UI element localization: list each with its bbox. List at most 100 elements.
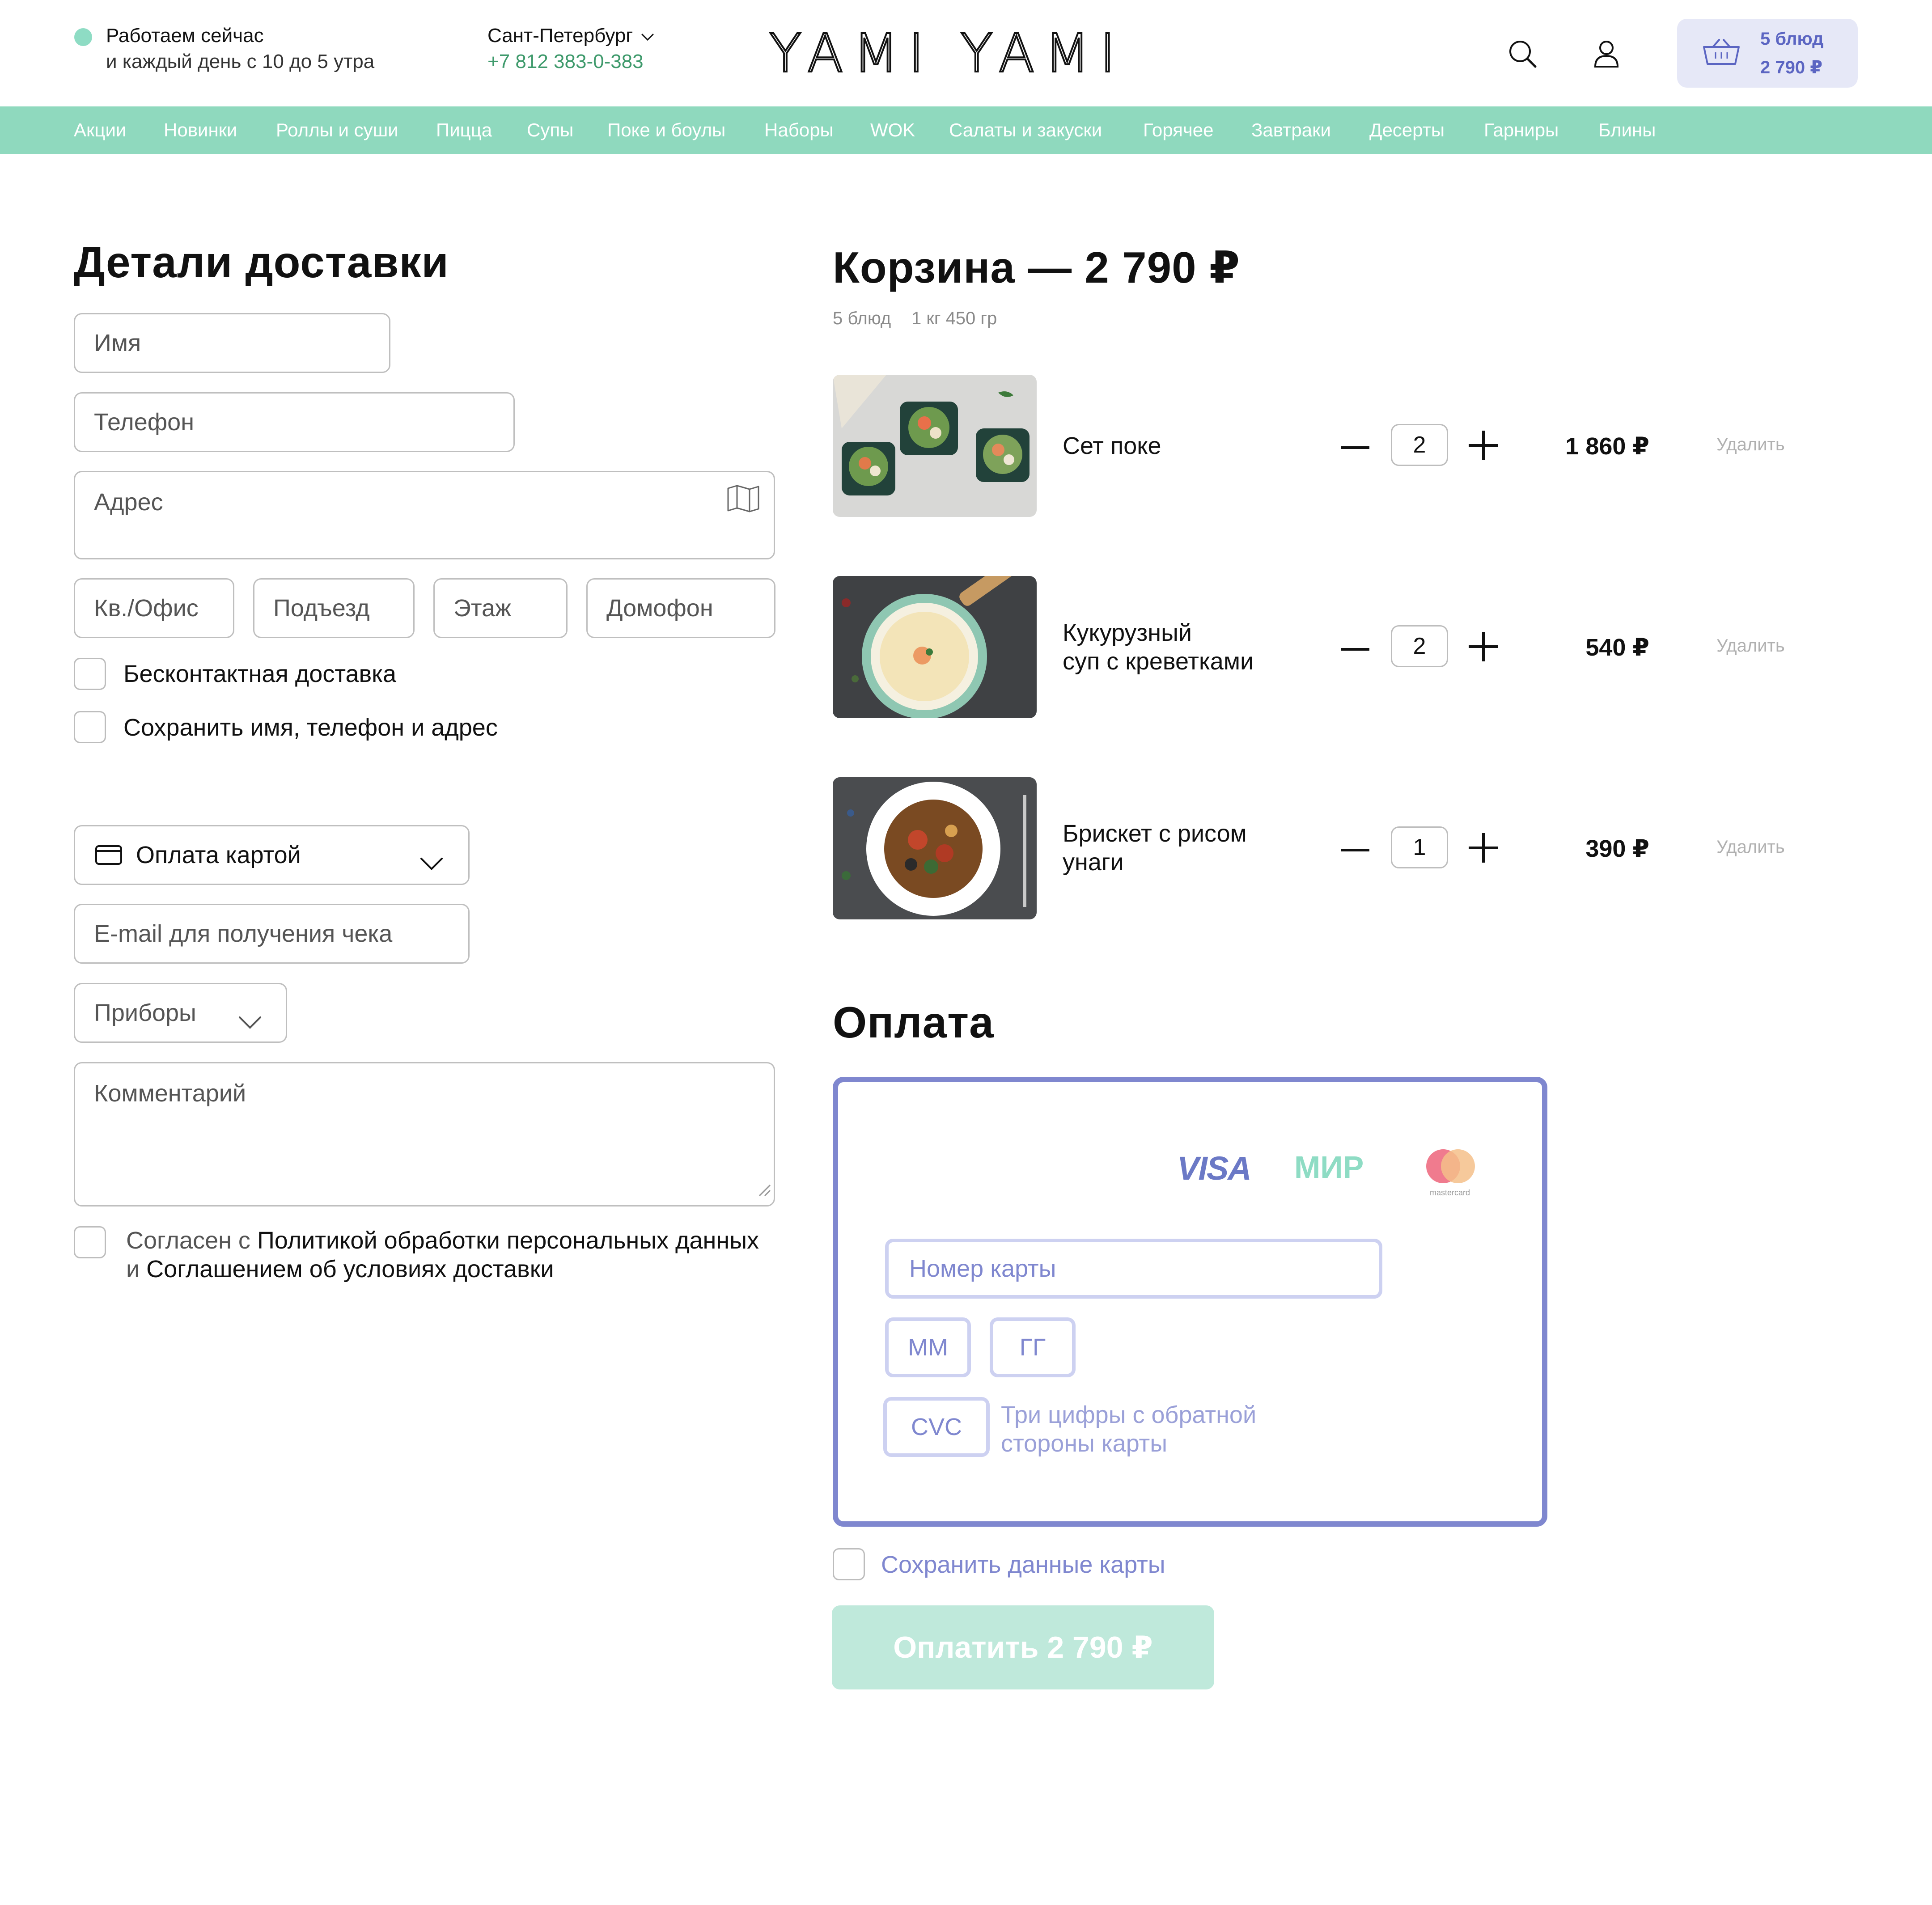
- email-input[interactable]: E-mail для получения чека: [74, 904, 470, 964]
- product-name-line1: Сет поке: [1063, 432, 1161, 459]
- email-placeholder: E-mail для получения чека: [94, 920, 393, 947]
- payment-method-value: Оплата картой: [136, 842, 301, 868]
- product-name-line2: суп с креветками: [1063, 648, 1254, 675]
- entrance-input[interactable]: Подъезд: [253, 578, 415, 638]
- city-selector[interactable]: Сант-Петербург: [487, 25, 654, 47]
- phone-input[interactable]: Телефон: [74, 392, 515, 452]
- contactless-checkbox[interactable]: [74, 658, 106, 690]
- nav-item-pizza[interactable]: Пицца: [436, 106, 492, 154]
- decrease-qty-button[interactable]: [1341, 444, 1369, 452]
- increase-qty-button[interactable]: [1469, 632, 1498, 664]
- expiry-year-placeholder: ГГ: [1019, 1334, 1046, 1361]
- nav-item-sides[interactable]: Гарниры: [1484, 106, 1559, 154]
- cart-total: 2 790 ₽: [1760, 58, 1823, 77]
- quantity-stepper[interactable]: 2: [1391, 424, 1448, 466]
- cvc-hint: Три цифры с обратной стороны карты: [1001, 1401, 1256, 1458]
- nav-item-hot[interactable]: Горячее: [1143, 106, 1214, 154]
- floor-input[interactable]: Этаж: [433, 578, 568, 638]
- agreement-prefix: Согласен с: [126, 1227, 257, 1254]
- nav-item-rolls[interactable]: Роллы и суши: [276, 106, 398, 154]
- quantity-stepper[interactable]: 1: [1391, 826, 1448, 868]
- pay-button[interactable]: Оплатить 2 790 ₽: [832, 1605, 1214, 1689]
- intercom-placeholder: Домофон: [606, 595, 713, 622]
- expiry-year-input[interactable]: ГГ: [990, 1317, 1076, 1377]
- product-image-corn-soup[interactable]: [833, 576, 1037, 718]
- save-card-checkbox[interactable]: [833, 1548, 865, 1580]
- phone-link[interactable]: +7 812 383-0-383: [487, 51, 644, 73]
- expiry-month-placeholder: ММ: [908, 1334, 948, 1361]
- decrease-qty-button[interactable]: [1341, 847, 1369, 855]
- product-name-line1: Брискет с рисом: [1063, 820, 1247, 847]
- card-number-placeholder: Номер карты: [909, 1255, 1056, 1282]
- nav-item-desserts[interactable]: Десерты: [1369, 106, 1445, 154]
- payment-title: Оплата: [833, 998, 994, 1047]
- delete-item-button[interactable]: Удалить: [1716, 837, 1785, 857]
- decrease-qty-button[interactable]: [1341, 646, 1369, 654]
- city-label: Сант-Петербург: [487, 25, 633, 47]
- intercom-input[interactable]: Домофон: [586, 578, 775, 638]
- floor-placeholder: Этаж: [453, 595, 512, 622]
- apartment-placeholder: Кв./Офис: [94, 595, 199, 622]
- nav-item-wok[interactable]: WOK: [870, 106, 915, 154]
- comment-textarea[interactable]: Комментарий: [74, 1062, 775, 1206]
- working-hours: и каждый день с 10 до 5 утра: [106, 51, 375, 72]
- increase-qty-button[interactable]: [1469, 431, 1498, 462]
- nav-item-pancakes[interactable]: Блины: [1598, 106, 1656, 154]
- resize-handle-icon[interactable]: [755, 1175, 771, 1202]
- nav-item-breakfast[interactable]: Завтраки: [1251, 106, 1331, 154]
- contactless-label: Бесконтактная доставка: [123, 660, 397, 687]
- comment-placeholder: Комментарий: [94, 1080, 246, 1107]
- product-name: Кукурузный суп с креветками: [1063, 618, 1254, 676]
- nav-item-new[interactable]: Новинки: [164, 106, 237, 154]
- cutlery-select[interactable]: Приборы: [74, 983, 287, 1043]
- nav-item-promotions[interactable]: Акции: [74, 106, 126, 154]
- save-details-checkbox[interactable]: [74, 711, 106, 743]
- delivery-terms-link[interactable]: Соглашением об условиях доставки: [146, 1256, 554, 1283]
- nav-item-soups[interactable]: Супы: [527, 106, 573, 154]
- cvc-hint-line2: стороны карты: [1001, 1430, 1168, 1457]
- cvc-hint-line1: Три цифры с обратной: [1001, 1401, 1257, 1428]
- product-image-poke-set[interactable]: [833, 375, 1037, 517]
- cvc-input[interactable]: CVC: [883, 1397, 990, 1457]
- save-card-label: Сохранить данные карты: [881, 1551, 1165, 1578]
- cart-dish-count: 5 блюд: [833, 309, 891, 328]
- cart-title: Корзина — 2 790 ₽: [833, 243, 1241, 292]
- payment-method-select[interactable]: Оплата картой: [74, 825, 470, 885]
- privacy-policy-link[interactable]: Политикой обработки персональных данных: [257, 1227, 759, 1254]
- basket-icon: [1702, 38, 1741, 69]
- phone-placeholder: Телефон: [94, 409, 195, 436]
- delete-item-button[interactable]: Удалить: [1716, 636, 1785, 656]
- user-icon[interactable]: [1588, 35, 1625, 72]
- nav-item-sets[interactable]: Наборы: [764, 106, 834, 154]
- cart-button[interactable]: 5 блюд 2 790 ₽: [1677, 19, 1858, 88]
- agreement-mid: и: [126, 1256, 147, 1283]
- increase-qty-button[interactable]: [1469, 833, 1498, 865]
- cvc-placeholder: CVC: [911, 1414, 962, 1440]
- card-number-input[interactable]: Номер карты: [885, 1239, 1382, 1299]
- mastercard-logo: mastercard: [1423, 1147, 1477, 1197]
- name-input[interactable]: Имя: [74, 313, 390, 373]
- product-image-brisket[interactable]: [833, 777, 1037, 919]
- cart-weight: 1 кг 450 гр: [911, 309, 997, 328]
- cutlery-value: Приборы: [94, 999, 196, 1026]
- address-input[interactable]: Адрес: [74, 471, 775, 559]
- map-icon[interactable]: [726, 484, 760, 519]
- search-icon[interactable]: [1504, 35, 1541, 72]
- nav-item-poke[interactable]: Поке и боулы: [607, 106, 725, 154]
- nav-item-salads[interactable]: Салаты и закуски: [949, 106, 1102, 154]
- delete-item-button[interactable]: Удалить: [1716, 435, 1785, 455]
- expiry-month-input[interactable]: ММ: [885, 1317, 971, 1377]
- agreement-checkbox[interactable]: [74, 1226, 106, 1258]
- status-indicator: [74, 28, 92, 46]
- product-price: 1 860 ₽: [1565, 433, 1649, 460]
- quantity-stepper[interactable]: 2: [1391, 625, 1448, 667]
- product-name-line2: унаги: [1063, 849, 1124, 876]
- product-name-line1: Кукурузный: [1063, 619, 1192, 646]
- chevron-down-icon: [641, 25, 654, 47]
- apartment-input[interactable]: Кв./Офис: [74, 578, 234, 638]
- visa-logo: VISA: [1177, 1150, 1252, 1187]
- product-name: Брискет с рисом унаги: [1063, 819, 1247, 876]
- agreement-text: Согласен с Политикой обработки персональ…: [126, 1226, 761, 1283]
- logo[interactable]: YAMI YAMI: [768, 21, 1172, 85]
- name-placeholder: Имя: [94, 330, 141, 356]
